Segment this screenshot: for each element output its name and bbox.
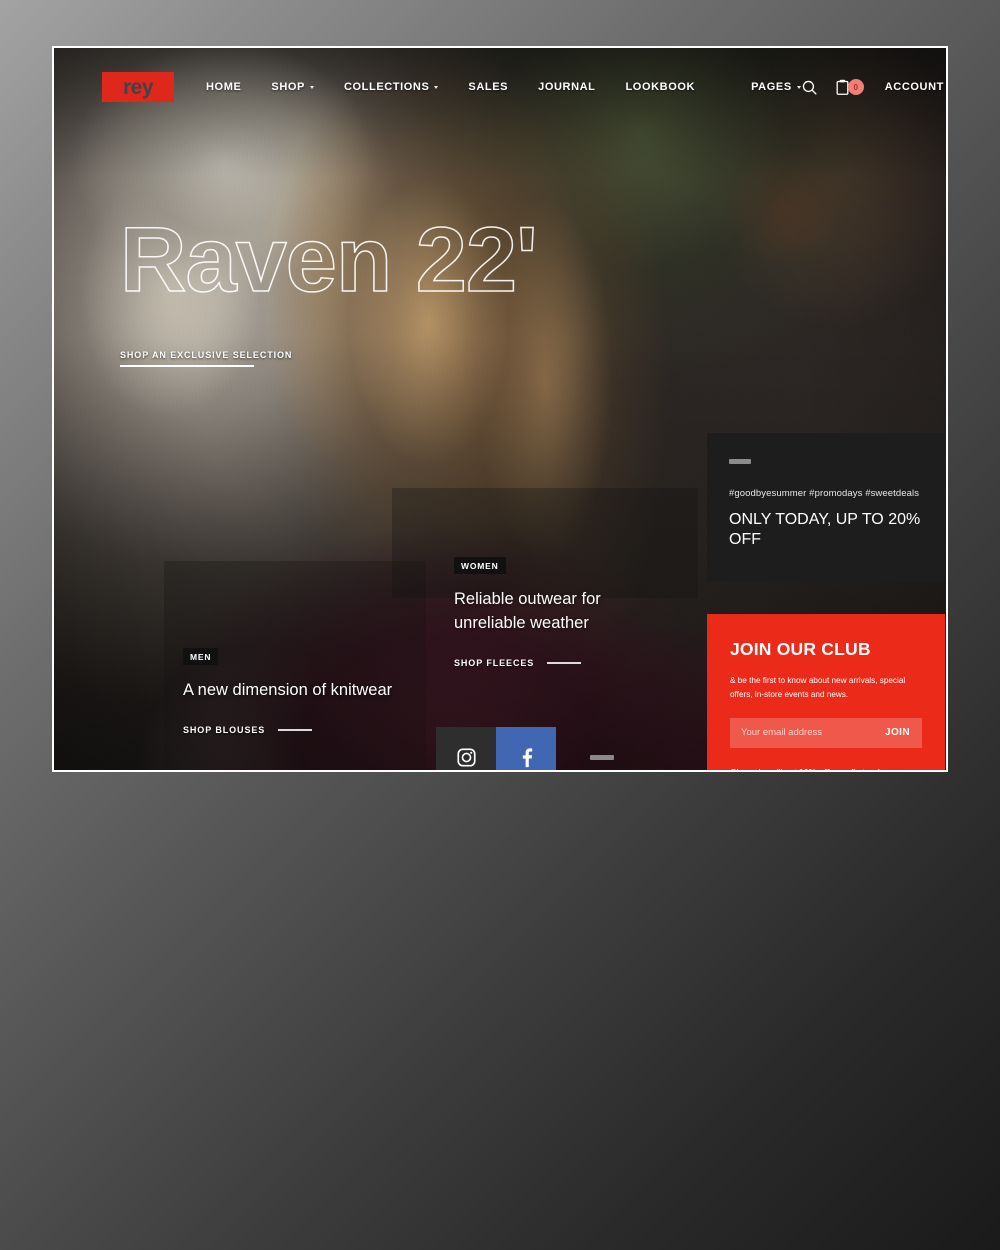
promo-slider-indicator[interactable] — [729, 459, 751, 464]
chevron-down-icon — [434, 85, 439, 89]
nav-label: JOURNAL — [538, 81, 596, 93]
shop-blouses-link[interactable]: SHOP BLOUSES — [183, 725, 392, 735]
nav-item-collections[interactable]: COLLECTIONS — [343, 81, 439, 93]
nav-item-pages[interactable]: PAGES — [751, 81, 801, 93]
logo-text: rey — [122, 75, 154, 99]
promo-hashtags: #goodbyesummer #promodays #sweetdeals — [729, 488, 920, 499]
social-links — [436, 727, 614, 770]
promo-card: #goodbyesummer #promodays #sweetdeals ON… — [707, 433, 945, 582]
nav-label: COLLECTIONS — [343, 81, 430, 93]
nav-label: SHOP — [271, 81, 305, 93]
nav-item-lookbook[interactable]: LOOKBOOK — [625, 81, 695, 93]
note-discount: 10% off — [799, 766, 830, 772]
nav-item-home[interactable]: HOME — [206, 81, 241, 93]
search-icon — [802, 80, 817, 95]
newsletter-note: Oh, and you'll get 10% off your first or… — [730, 766, 922, 772]
promo-headline: ONLY TODAY, UP TO 20% OFF — [729, 511, 921, 549]
chevron-down-icon — [309, 85, 314, 89]
newsletter-card: JOIN OUR CLUB & be the first to know abo… — [707, 614, 945, 772]
nav-label: HOME — [206, 81, 242, 93]
chevron-down-icon — [796, 85, 801, 89]
search-button[interactable] — [801, 79, 818, 96]
nav-item-journal[interactable]: JOURNAL — [538, 81, 595, 93]
newsletter-subtitle: & be the first to know about new arrival… — [730, 676, 906, 699]
category-badge-women: WOMEN — [454, 557, 506, 574]
category-heading-men: A new dimension of knitwear — [183, 681, 393, 699]
nav-item-sales[interactable]: SALES — [468, 81, 508, 93]
header-actions: 0 ACCOUNT — [801, 79, 944, 96]
newsletter-title: JOIN OUR CLUB — [730, 639, 871, 659]
nav-label: LOOKBOOK — [625, 81, 696, 93]
facebook-link[interactable] — [496, 727, 556, 770]
nav-item-shop[interactable]: SHOP — [271, 81, 314, 93]
category-block-men: MEN A new dimension of knitwear SHOP BLO… — [183, 647, 392, 735]
shop-fleeces-link[interactable]: SHOP FLEECES — [454, 658, 601, 668]
email-input[interactable] — [741, 727, 886, 739]
note-suffix: your first order. — [829, 766, 890, 772]
facebook-icon — [522, 747, 532, 767]
newsletter-form: JOIN — [730, 717, 922, 748]
join-button[interactable]: JOIN — [885, 727, 910, 738]
shop-fleeces-label: SHOP FLEECES — [454, 657, 535, 668]
instagram-link[interactable] — [436, 727, 496, 770]
cart-count-badge: 0 — [847, 79, 864, 95]
category-block-women: WOMEN Reliable outwear for unreliable we… — [454, 556, 601, 668]
cart-button[interactable]: 0 — [835, 79, 864, 96]
category-badge-men: MEN — [183, 648, 219, 665]
nav-label: PAGES — [751, 81, 792, 93]
slider-indicator[interactable] — [590, 754, 614, 760]
site-header: rey HOME SHOP COLLECTIONS SALES JOURNAL … — [54, 48, 946, 126]
hero-cta-underline — [120, 365, 254, 367]
main-navigation: HOME SHOP COLLECTIONS SALES JOURNAL LOOK… — [206, 81, 801, 93]
account-link[interactable]: ACCOUNT — [885, 81, 944, 93]
link-dash — [547, 662, 582, 664]
hero-cta-label: SHOP AN EXCLUSIVE SELECTION — [120, 350, 293, 360]
hero-title: Raven 22' — [119, 209, 538, 311]
site-logo[interactable]: rey — [102, 72, 174, 102]
note-prefix: Oh, and you'll get — [730, 766, 800, 772]
shop-blouses-label: SHOP BLOUSES — [183, 724, 266, 735]
nav-label: SALES — [468, 81, 509, 93]
link-dash — [278, 729, 313, 731]
hero-cta[interactable]: SHOP AN EXCLUSIVE SELECTION — [120, 350, 292, 367]
category-heading-women: Reliable outwear for unreliable weather — [454, 590, 601, 632]
instagram-icon — [456, 747, 476, 767]
browser-viewport: rey HOME SHOP COLLECTIONS SALES JOURNAL … — [52, 46, 948, 772]
